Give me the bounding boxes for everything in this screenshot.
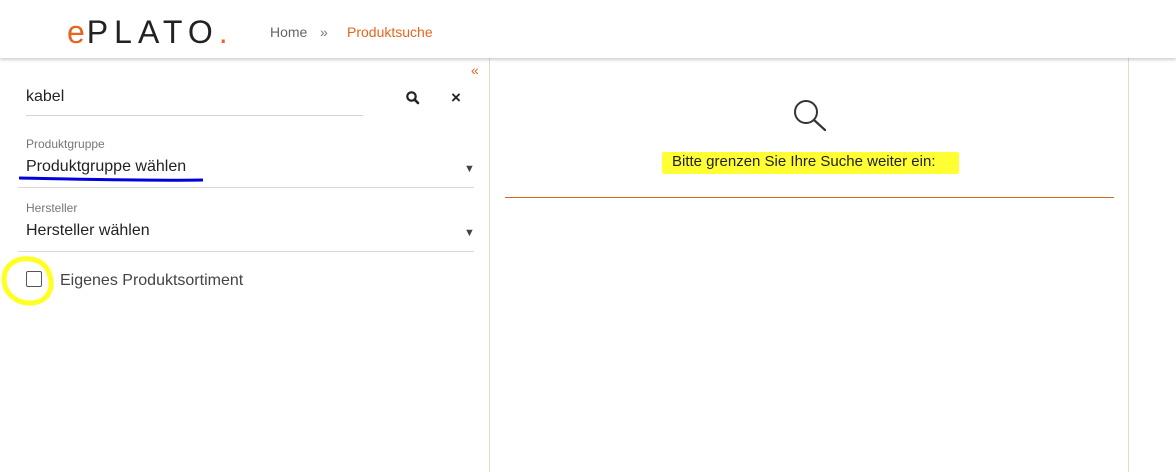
blue-underline-annotation bbox=[19, 176, 203, 182]
logo-letter-e: e bbox=[67, 14, 87, 50]
collapse-sidebar-button[interactable]: « bbox=[471, 63, 479, 77]
logo-dot: . bbox=[218, 14, 228, 50]
breadcrumb-home[interactable]: Home bbox=[270, 24, 307, 40]
clear-search-button[interactable]: × bbox=[447, 88, 465, 108]
breadcrumb-current: Produktsuche bbox=[347, 24, 433, 40]
filter-sidebar bbox=[0, 58, 490, 472]
manufacturer-caret-icon[interactable]: ▼ bbox=[464, 227, 475, 239]
product-group-caret-icon[interactable]: ▼ bbox=[464, 163, 475, 175]
manufacturer-select[interactable]: Hersteller wählen bbox=[26, 222, 150, 240]
app-header: ePLATO. Home » Produktsuche bbox=[0, 0, 1176, 58]
search-hint-text: Bitte grenzen Sie Ihre Suche weiter ein: bbox=[672, 153, 936, 170]
logo-text: PLATO bbox=[86, 14, 219, 50]
breadcrumb-separator: » bbox=[320, 24, 328, 40]
results-divider bbox=[505, 197, 1114, 198]
search-input[interactable]: kabel bbox=[26, 88, 64, 106]
eplato-logo[interactable]: ePLATO. bbox=[67, 14, 228, 50]
magnifier-icon bbox=[794, 100, 827, 132]
search-icon bbox=[406, 91, 420, 105]
manufacturer-label: Hersteller bbox=[26, 201, 78, 215]
search-input-underline bbox=[26, 115, 363, 116]
product-group-select[interactable]: Produktgruppe wählen bbox=[26, 158, 186, 176]
product-group-label: Produktgruppe bbox=[26, 137, 105, 151]
content-right-border bbox=[1128, 58, 1129, 472]
search-button[interactable] bbox=[403, 88, 423, 108]
own-assortment-label[interactable]: Eigenes Produktsortiment bbox=[60, 272, 243, 290]
manufacturer-underline bbox=[18, 251, 474, 252]
product-group-underline bbox=[18, 187, 474, 188]
own-assortment-checkbox[interactable] bbox=[26, 271, 42, 287]
